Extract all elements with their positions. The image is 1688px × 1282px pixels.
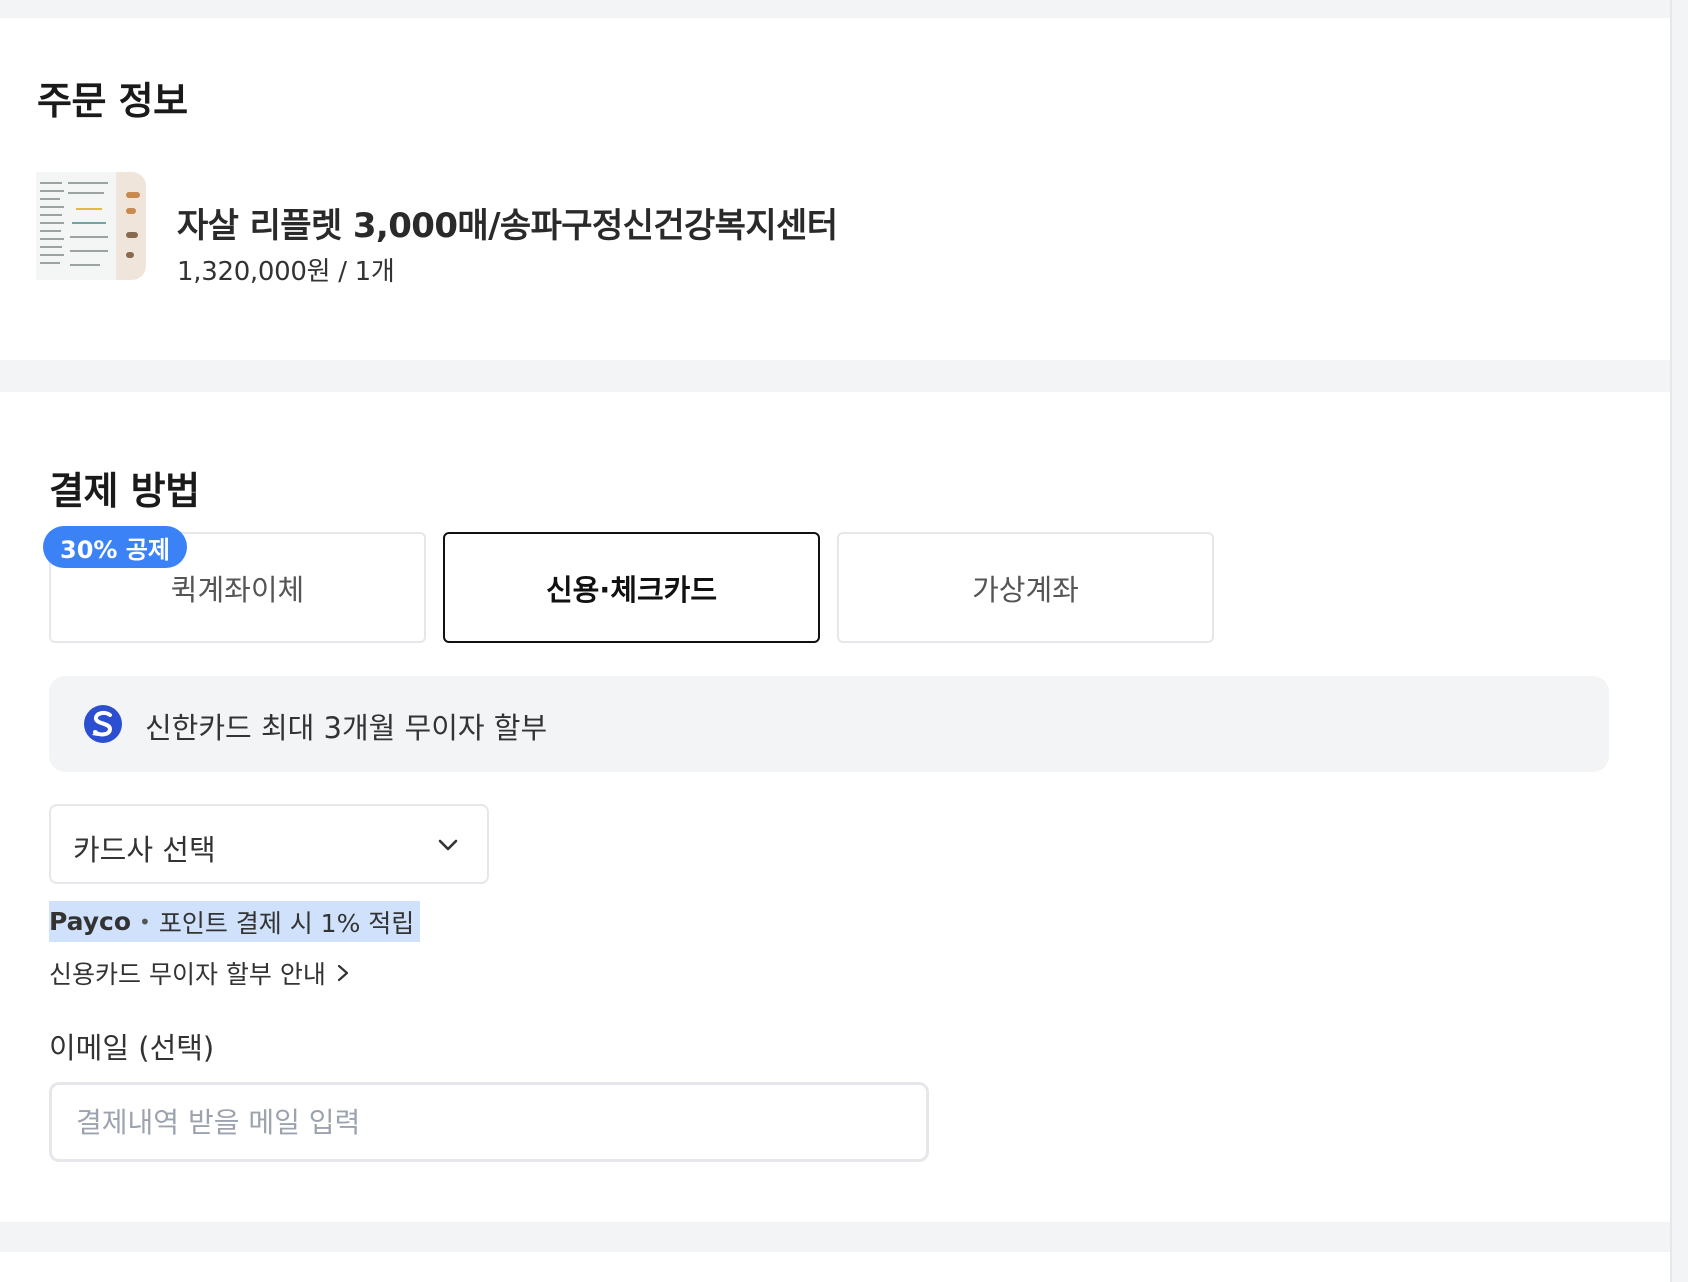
method-virtual-account[interactable]: 가상계좌 xyxy=(837,532,1214,643)
promo-text: 신한카드 최대 3개월 무이자 할부 xyxy=(145,711,548,745)
card-promo-banner: 신한카드 최대 3개월 무이자 할부 xyxy=(49,676,1609,772)
scrollbar-track[interactable] xyxy=(1670,0,1688,1282)
leaflet-page-image xyxy=(36,172,116,280)
chevron-down-icon xyxy=(438,839,458,851)
card-company-select[interactable]: 카드사 선택 xyxy=(49,804,489,884)
chevron-right-icon xyxy=(337,964,348,982)
top-spacer xyxy=(0,0,1670,18)
payco-brand: Payco xyxy=(49,907,132,936)
installment-link-label: 신용카드 무이자 할부 안내 xyxy=(49,960,326,989)
deduction-badge: 30% 공제 xyxy=(43,526,187,568)
email-label: 이메일 (선택) xyxy=(49,1031,215,1065)
leaflet-cover-image xyxy=(116,172,146,280)
product-thumbnail xyxy=(36,172,146,280)
next-section xyxy=(0,1252,1670,1282)
method-credit-card[interactable]: 신용·체크카드 xyxy=(443,532,820,643)
installment-info-link[interactable]: 신용카드 무이자 할부 안내 xyxy=(49,955,350,991)
card-select-value: 카드사 선택 xyxy=(73,833,216,867)
order-info-section: 주문 정보 자살 리플렛 3,000매/송파구정신건강복지센터 1,320,00… xyxy=(0,18,1670,360)
payment-method-title: 결제 방법 xyxy=(49,469,200,513)
payco-benefit: Payco • 포인트 결제 시 1% 적립 xyxy=(49,901,421,942)
email-field[interactable] xyxy=(49,1082,929,1162)
payco-benefit-text: 포인트 결제 시 1% 적립 xyxy=(158,908,415,938)
product-price: 1,320,000원 / 1개 xyxy=(177,257,395,287)
separator-dot: • xyxy=(139,909,151,934)
order-info-title: 주문 정보 xyxy=(37,79,188,123)
method-label: 가상계좌 xyxy=(972,572,1079,607)
method-label: 신용·체크카드 xyxy=(545,572,718,607)
method-label: 퀵계좌이체 xyxy=(170,572,305,607)
shinhan-card-icon xyxy=(84,705,122,743)
product-name: 자살 리플렛 3,000매/송파구정신건강복지센터 xyxy=(177,206,838,246)
